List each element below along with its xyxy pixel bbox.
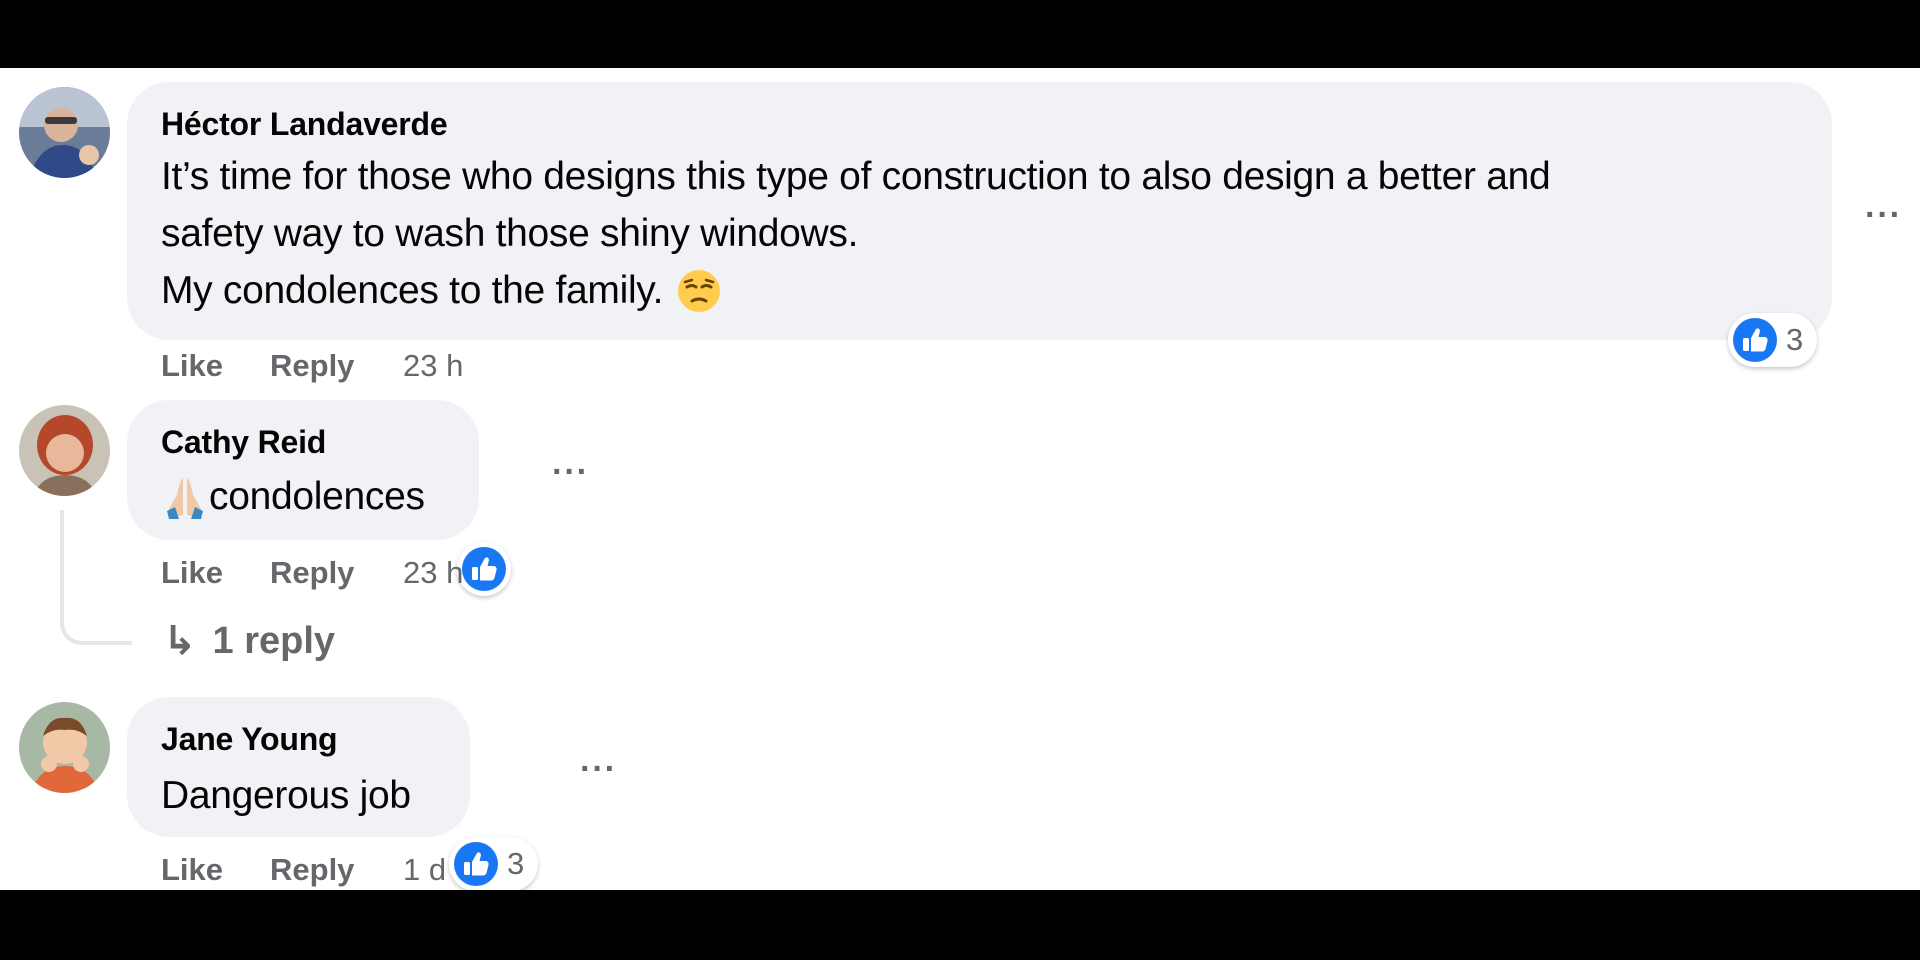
comment-author[interactable]: Cathy Reid [161,424,326,461]
reply-arrow-icon: ↳ [163,619,197,663]
reaction-summary[interactable]: 3 [1728,313,1818,367]
reaction-count: 3 [507,846,525,881]
comment-text: My condolences to the family. [161,269,664,312]
avatar-cathy[interactable] [19,405,110,496]
comment-timestamp[interactable]: 23 h [403,555,463,591]
reaction-summary[interactable] [457,542,511,596]
reaction-count: 3 [1786,322,1804,357]
avatar-hector[interactable] [19,87,110,178]
folded-hands-emoji [167,476,203,519]
comment-author[interactable]: Jane Young [161,721,338,758]
comment-options-button[interactable]: ··· [552,455,589,489]
thread-connector-line [60,510,132,645]
comment-options-button[interactable]: ··· [1865,198,1902,232]
comment-text: Dangerous job [161,774,411,817]
comment-text-line-1: It’s time for those who designs this typ… [161,155,1551,198]
avatar-image [19,405,110,496]
like-reaction-icon [454,842,498,886]
comment-timestamp[interactable]: 23 h [403,348,463,384]
like-button[interactable]: Like [161,555,223,591]
reply-button[interactable]: Reply [270,852,354,888]
avatar-image [19,702,110,793]
avatar-jane[interactable] [19,702,110,793]
reaction-summary[interactable]: 3 [449,837,539,890]
like-reaction-icon [462,547,506,591]
comment-timestamp[interactable]: 1 d [403,852,446,888]
comment-author[interactable]: Héctor Landaverde [161,106,448,143]
like-button[interactable]: Like [161,852,223,888]
comment-text-line: condolences [161,468,425,525]
reply-button[interactable]: Reply [270,555,354,591]
reply-button[interactable]: Reply [270,348,354,384]
comment-text-line-2: safety way to wash those shiny windows. [161,212,859,255]
comments-panel: Héctor Landaverde It’s time for those wh… [0,68,1920,890]
pensive-face-emoji [678,269,721,312]
like-reaction-icon [1733,318,1777,362]
view-replies-button[interactable]: ↳ 1 reply [163,618,335,664]
comment-options-button[interactable]: ··· [580,752,617,786]
replies-count-label: 1 reply [212,619,336,662]
like-button[interactable]: Like [161,348,223,384]
avatar-image [19,87,110,178]
comment-text: condolences [209,475,425,518]
comment-text-line-3: My condolences to the family. [161,262,721,319]
